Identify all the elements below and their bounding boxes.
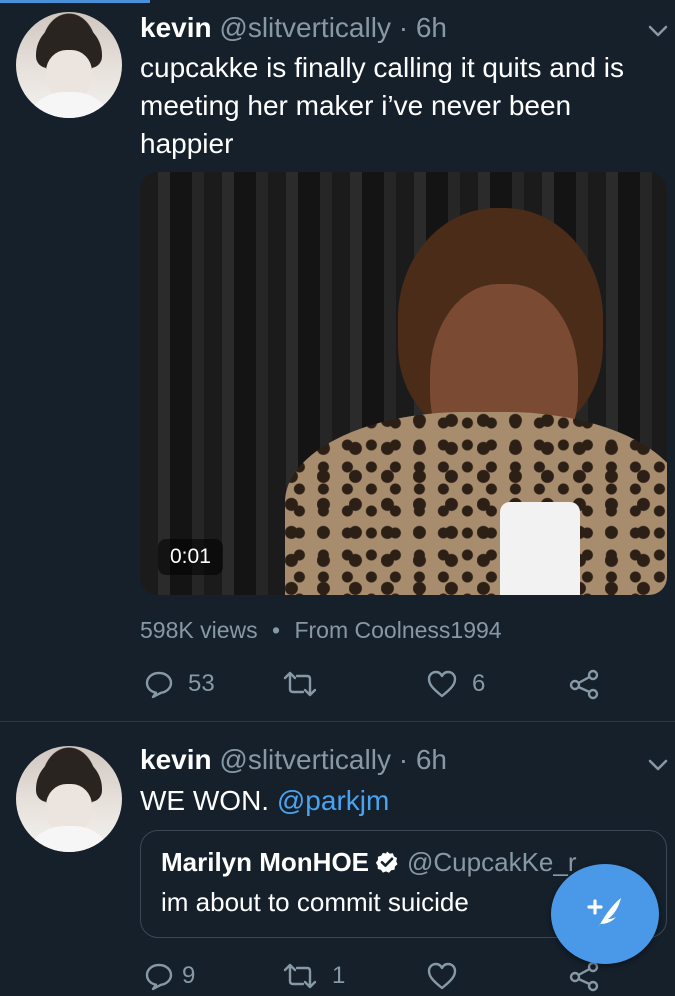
view-count: 598K views (140, 617, 258, 643)
tweet-time[interactable]: 6h (416, 12, 447, 43)
tweet-text: WE WON. @parkjm (140, 782, 660, 820)
retweet-button[interactable] (282, 666, 332, 702)
video-player[interactable]: 0:01 (140, 172, 667, 595)
chevron-down-icon[interactable] (645, 752, 671, 778)
share-icon (568, 960, 600, 992)
author-handle[interactable]: @slitvertically (219, 744, 391, 775)
tweet-actions: 53 6 (140, 666, 660, 702)
verified-badge-icon (375, 848, 399, 882)
reply-count: 53 (188, 670, 215, 697)
video-source[interactable]: From Coolness1994 (294, 617, 501, 643)
quote-header: Marilyn MonHOE @CupcakKe_r (161, 845, 577, 882)
retweet-button[interactable]: 1 (282, 958, 345, 994)
reply-button[interactable]: 53 (144, 666, 215, 702)
like-button[interactable]: 6 (426, 666, 485, 702)
author-handle[interactable]: @slitvertically (219, 12, 391, 43)
meta-separator: • (272, 617, 281, 643)
tweet-header: kevin @slitvertically · 6h (140, 12, 447, 44)
like-count: 6 (472, 670, 486, 697)
retweet-icon (282, 669, 318, 699)
header-separator: · (398, 12, 409, 43)
reply-button[interactable]: 9 (144, 958, 195, 994)
compose-tweet-icon (581, 888, 629, 941)
reply-icon (144, 961, 174, 991)
reply-icon (144, 669, 174, 699)
mention-link[interactable]: @parkjm (277, 785, 389, 816)
header-separator: · (398, 744, 409, 775)
compose-tweet-button[interactable] (551, 864, 659, 964)
quote-text: im about to commit suicide (161, 887, 469, 917)
video-meta: 598K views • From Coolness1994 (140, 615, 502, 645)
author-name[interactable]: kevin (140, 744, 212, 775)
retweet-icon (282, 961, 318, 991)
chevron-down-icon[interactable] (645, 18, 671, 44)
heart-icon (426, 961, 458, 991)
tweet-time[interactable]: 6h (416, 744, 447, 775)
quote-author-handle: @CupcakKe_r (407, 847, 577, 877)
share-button[interactable] (568, 958, 600, 994)
tweet-text: cupcakke is finally calling it quits and… (140, 52, 625, 159)
share-icon (568, 668, 600, 700)
retweet-count: 1 (332, 962, 346, 989)
avatar[interactable] (16, 746, 122, 852)
heart-icon (426, 669, 458, 699)
reply-count: 9 (182, 962, 196, 989)
tweet-header: kevin @slitvertically · 6h (140, 744, 447, 776)
avatar[interactable] (16, 12, 122, 118)
share-button[interactable] (568, 666, 600, 702)
tweet-text-body: WE WON. (140, 785, 270, 816)
video-timestamp: 0:01 (158, 539, 223, 575)
author-name[interactable]: kevin (140, 12, 212, 43)
like-button[interactable] (426, 958, 472, 994)
tweet[interactable]: kevin @slitvertically · 6h cupcakke is f… (0, 0, 675, 722)
quote-author-name: Marilyn MonHOE (161, 847, 370, 877)
tweet-actions: 9 1 (140, 958, 660, 994)
